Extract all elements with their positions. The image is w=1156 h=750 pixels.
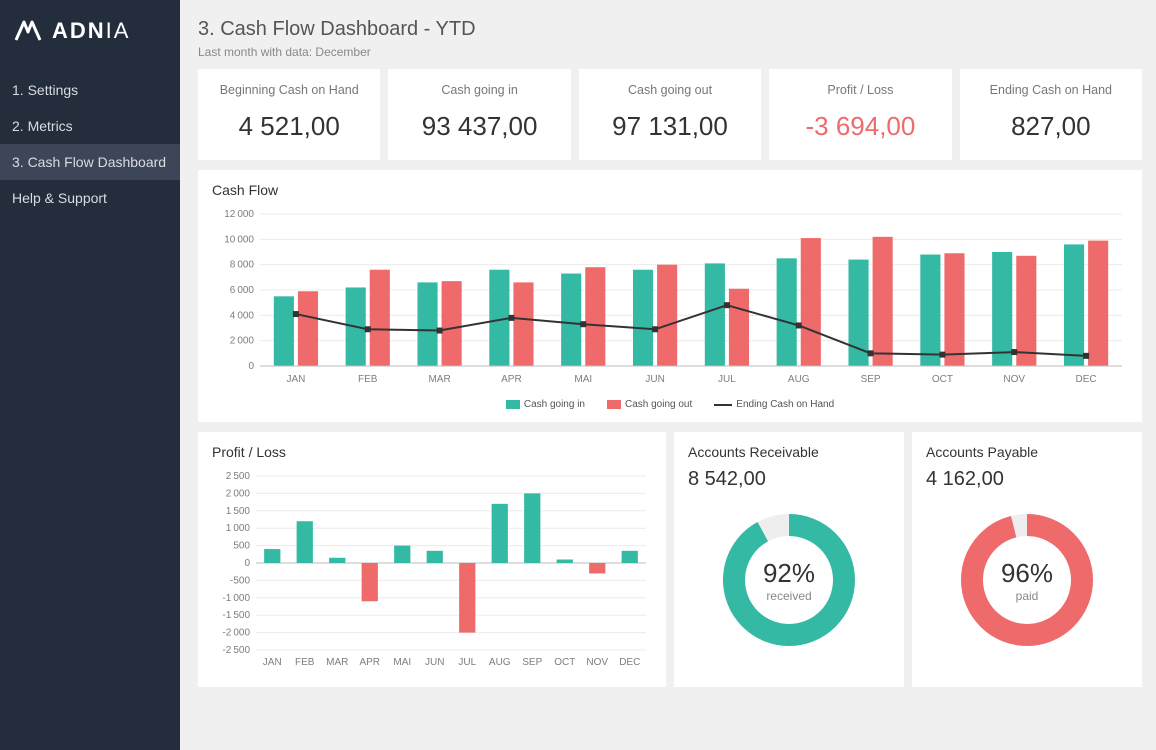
- sidebar-item-2[interactable]: 3. Cash Flow Dashboard: [0, 144, 180, 180]
- payable-center: 96% paid: [1001, 558, 1053, 603]
- svg-text:FEB: FEB: [358, 374, 378, 385]
- kpi-3: Profit / Loss-3 694,00: [769, 69, 951, 160]
- svg-text:8 000: 8 000: [230, 260, 255, 271]
- brand-logo: ADNIA: [0, 18, 180, 72]
- logo-icon: [14, 20, 44, 42]
- lower-row: Profit / Loss -2 500 -2 000 -1 500 -1 000 -5…: [198, 432, 1142, 687]
- legend-out: Cash going out: [625, 399, 692, 410]
- svg-text:NOV: NOV: [1003, 374, 1025, 385]
- svg-text:0: 0: [248, 361, 254, 372]
- legend-end: Ending Cash on Hand: [736, 399, 834, 410]
- svg-text:SEP: SEP: [522, 657, 542, 668]
- svg-text:MAI: MAI: [393, 657, 411, 668]
- receivable-title: Accounts Receivable: [688, 444, 890, 460]
- svg-text:APR: APR: [501, 374, 522, 385]
- svg-text:NOV: NOV: [586, 657, 608, 668]
- svg-text:FEB: FEB: [295, 657, 315, 668]
- page-subtitle: Last month with data: December: [198, 45, 1142, 59]
- svg-text:SEP: SEP: [861, 374, 881, 385]
- svg-text:AUG: AUG: [489, 657, 511, 668]
- svg-text:-500: -500: [230, 575, 250, 586]
- svg-text:-2 500: -2 500: [222, 645, 250, 656]
- sidebar: ADNIA 1. Settings2. Metrics3. Cash Flow …: [0, 0, 180, 750]
- sidebar-nav: 1. Settings2. Metrics3. Cash Flow Dashbo…: [0, 72, 180, 216]
- svg-text:JUL: JUL: [458, 657, 476, 668]
- legend-in: Cash going in: [524, 399, 585, 410]
- svg-text:AUG: AUG: [788, 374, 810, 385]
- receivable-value: 8 542,00: [688, 468, 890, 491]
- svg-text:APR: APR: [359, 657, 380, 668]
- svg-text:-1 500: -1 500: [222, 610, 250, 621]
- svg-text:DEC: DEC: [619, 657, 640, 668]
- svg-text:1 500: 1 500: [226, 506, 251, 517]
- svg-text:DEC: DEC: [1076, 374, 1097, 385]
- svg-text:JAN: JAN: [263, 657, 282, 668]
- svg-text:OCT: OCT: [554, 657, 575, 668]
- cashflow-chart: 0 2 000 4 000 6 000 8 000 10 000 12 000 JAN FEB M…: [212, 208, 1128, 393]
- sidebar-item-0[interactable]: 1. Settings: [0, 72, 180, 108]
- svg-text:2 000: 2 000: [226, 488, 251, 499]
- page-header: 3. Cash Flow Dashboard - YTD Last month …: [198, 18, 1142, 59]
- receivable-panel: Accounts Receivable 8 542,00 92% receive…: [674, 432, 904, 687]
- brand-name: ADNIA: [52, 18, 130, 44]
- svg-text:MAR: MAR: [428, 374, 450, 385]
- profitloss-chart: -2 500 -2 000 -1 500 -1 000 -500 0 500 1 000 1 5…: [212, 470, 652, 670]
- payable-title: Accounts Payable: [926, 444, 1128, 460]
- svg-text:4 000: 4 000: [230, 310, 255, 321]
- sidebar-item-3[interactable]: Help & Support: [0, 180, 180, 216]
- sidebar-item-1[interactable]: 2. Metrics: [0, 108, 180, 144]
- svg-text:-2 000: -2 000: [222, 628, 250, 639]
- svg-text:500: 500: [233, 541, 250, 552]
- page-title: 3. Cash Flow Dashboard - YTD: [198, 18, 1142, 41]
- kpi-4: Ending Cash on Hand827,00: [960, 69, 1142, 160]
- cashflow-panel: Cash Flow 0 2 000 4 000 6 000 8 000 10 000 12 …: [198, 170, 1142, 422]
- cashflow-title: Cash Flow: [212, 182, 1128, 198]
- kpi-1: Cash going in93 437,00: [388, 69, 570, 160]
- payable-value: 4 162,00: [926, 468, 1128, 491]
- profitloss-title: Profit / Loss: [212, 444, 652, 460]
- svg-text:6 000: 6 000: [230, 285, 255, 296]
- receivable-center: 92% received: [763, 558, 815, 603]
- svg-text:JUL: JUL: [718, 374, 736, 385]
- svg-text:1 000: 1 000: [226, 523, 251, 534]
- payable-panel: Accounts Payable 4 162,00 96% paid: [912, 432, 1142, 687]
- svg-text:JUN: JUN: [425, 657, 444, 668]
- svg-text:OCT: OCT: [932, 374, 953, 385]
- svg-text:2 500: 2 500: [226, 471, 251, 482]
- svg-text:2 000: 2 000: [230, 336, 255, 347]
- svg-text:JUN: JUN: [645, 374, 664, 385]
- svg-text:0: 0: [244, 558, 250, 569]
- svg-text:10 000: 10 000: [224, 234, 254, 245]
- svg-text:MAI: MAI: [574, 374, 592, 385]
- profitloss-panel: Profit / Loss -2 500 -2 000 -1 500 -1 000 -5…: [198, 432, 666, 687]
- svg-text:MAR: MAR: [326, 657, 348, 668]
- kpi-row: Beginning Cash on Hand4 521,00Cash going…: [198, 69, 1142, 160]
- svg-text:12 000: 12 000: [224, 209, 254, 220]
- kpi-0: Beginning Cash on Hand4 521,00: [198, 69, 380, 160]
- kpi-2: Cash going out97 131,00: [579, 69, 761, 160]
- cashflow-legend: Cash going in Cash going out Ending Cash…: [212, 399, 1128, 410]
- main: 3. Cash Flow Dashboard - YTD Last month …: [180, 0, 1156, 750]
- svg-text:-1 000: -1 000: [222, 593, 250, 604]
- svg-text:JAN: JAN: [286, 374, 305, 385]
